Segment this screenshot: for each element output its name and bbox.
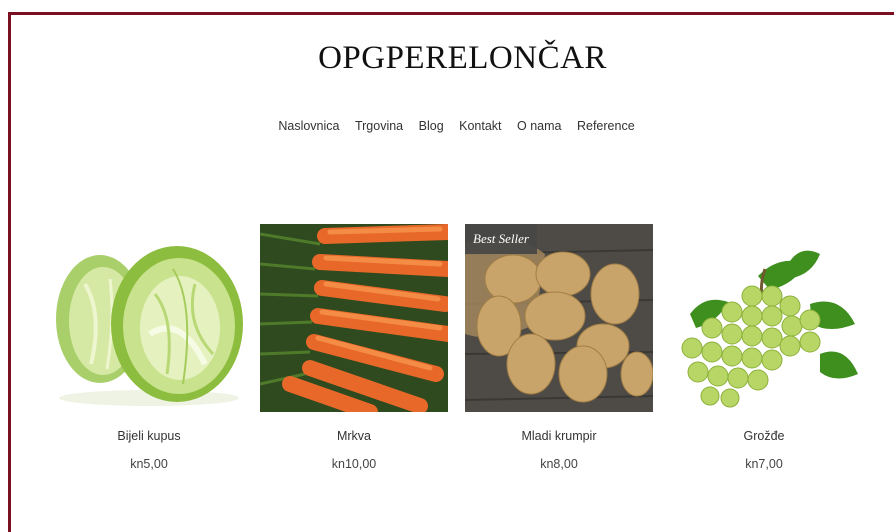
nav-item-blog[interactable]: Blog [419, 119, 444, 133]
nav-item-reference[interactable]: Reference [577, 119, 635, 133]
product-name[interactable]: Bijeli kupus [55, 429, 243, 443]
product-price: kn10,00 [331, 457, 377, 471]
product-name[interactable]: Mladi krumpir [465, 429, 653, 443]
carrots-image[interactable] [260, 224, 448, 412]
grapes-image[interactable] [670, 224, 858, 412]
product-card[interactable]: Bijeli kupus kn5,00 [55, 224, 243, 471]
product-name[interactable]: Mrkva [260, 429, 448, 443]
site-title[interactable]: OPGPERELONČAR [0, 40, 894, 77]
cabbage-image[interactable] [55, 224, 243, 412]
best-seller-badge: Best Seller [465, 224, 537, 254]
product-price: kn7,00 [745, 457, 783, 471]
product-card[interactable]: Mrkva kn10,00 [260, 224, 448, 471]
nav-item-trgovina[interactable]: Trgovina [355, 119, 403, 133]
product-card[interactable]: Best Seller Mladi krumpir kn8,00 [465, 224, 653, 471]
product-name[interactable]: Grožđe [670, 429, 858, 443]
product-card[interactable]: Grožđe kn7,00 [670, 224, 858, 471]
nav-item-naslovnica[interactable]: Naslovnica [278, 119, 339, 133]
potatoes-image[interactable]: Best Seller [465, 224, 653, 412]
product-price: kn5,00 [130, 457, 168, 471]
product-price: kn8,00 [540, 457, 578, 471]
nav-item-o-nama[interactable]: O nama [517, 119, 561, 133]
nav-item-kontakt[interactable]: Kontakt [459, 119, 501, 133]
main-nav: Naslovnica Trgovina Blog Kontakt O nama … [0, 119, 894, 133]
